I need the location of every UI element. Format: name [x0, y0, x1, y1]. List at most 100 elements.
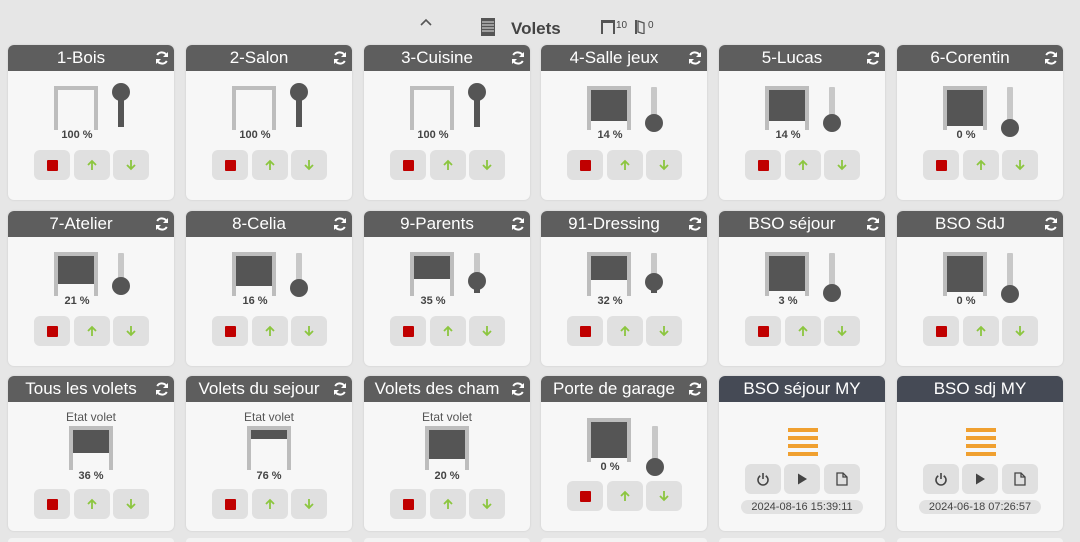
- open-button[interactable]: [252, 316, 288, 346]
- close-button[interactable]: [113, 150, 149, 180]
- refresh-icon[interactable]: [865, 50, 881, 66]
- open-button[interactable]: [74, 316, 110, 346]
- slider-handle[interactable]: [112, 277, 130, 295]
- chevron-up-icon[interactable]: [417, 14, 435, 32]
- refresh-icon[interactable]: [154, 50, 170, 66]
- stop-button[interactable]: [567, 316, 603, 346]
- refresh-icon[interactable]: [865, 216, 881, 232]
- position-slider[interactable]: [823, 83, 841, 132]
- close-button[interactable]: [469, 316, 505, 346]
- position-slider[interactable]: [112, 249, 130, 295]
- open-button[interactable]: [252, 489, 288, 519]
- open-button[interactable]: [430, 150, 466, 180]
- refresh-icon[interactable]: [510, 216, 526, 232]
- close-button[interactable]: [824, 150, 860, 180]
- position-slider[interactable]: [290, 83, 308, 129]
- refresh-icon[interactable]: [332, 50, 348, 66]
- refresh-icon[interactable]: [332, 381, 348, 397]
- position-slider[interactable]: [646, 422, 664, 476]
- slider-handle[interactable]: [646, 458, 664, 476]
- stop-button[interactable]: [212, 150, 248, 180]
- slider-handle[interactable]: [468, 83, 486, 101]
- stop-button[interactable]: [390, 150, 426, 180]
- slider-handle[interactable]: [1001, 119, 1019, 137]
- open-button[interactable]: [430, 316, 466, 346]
- log-button[interactable]: [1002, 464, 1038, 494]
- stop-button[interactable]: [567, 150, 603, 180]
- open-button[interactable]: [74, 489, 110, 519]
- arrow-up-icon: [87, 325, 97, 336]
- close-button[interactable]: [291, 150, 327, 180]
- position-slider[interactable]: [112, 83, 130, 129]
- stop-button[interactable]: [34, 150, 70, 180]
- stop-button[interactable]: [212, 316, 248, 346]
- open-button[interactable]: [963, 316, 999, 346]
- refresh-icon[interactable]: [687, 50, 703, 66]
- log-button[interactable]: [824, 464, 860, 494]
- stop-button[interactable]: [390, 316, 426, 346]
- position-percent: 0 %: [600, 461, 620, 473]
- refresh-icon[interactable]: [687, 381, 703, 397]
- position-slider[interactable]: [645, 249, 663, 295]
- open-button[interactable]: [430, 489, 466, 519]
- open-button[interactable]: [252, 150, 288, 180]
- play-button[interactable]: [962, 464, 998, 494]
- slider-handle[interactable]: [823, 284, 841, 302]
- slider-handle[interactable]: [468, 272, 486, 290]
- slider-handle[interactable]: [645, 114, 663, 132]
- stop-button[interactable]: [34, 489, 70, 519]
- position-slider[interactable]: [468, 249, 486, 295]
- open-button[interactable]: [785, 150, 821, 180]
- slider-handle[interactable]: [1001, 285, 1019, 303]
- close-button[interactable]: [646, 481, 682, 511]
- slider-handle[interactable]: [645, 273, 663, 291]
- slider-handle[interactable]: [290, 279, 308, 297]
- open-button[interactable]: [785, 316, 821, 346]
- close-button[interactable]: [646, 316, 682, 346]
- stop-button[interactable]: [923, 150, 959, 180]
- slider-handle[interactable]: [823, 114, 841, 132]
- position-percent: 100 %: [239, 129, 271, 141]
- stop-button[interactable]: [212, 489, 248, 519]
- refresh-icon[interactable]: [510, 50, 526, 66]
- stop-button[interactable]: [745, 150, 781, 180]
- close-button[interactable]: [113, 489, 149, 519]
- refresh-icon[interactable]: [1043, 50, 1059, 66]
- refresh-icon[interactable]: [687, 216, 703, 232]
- power-button[interactable]: [745, 464, 781, 494]
- stop-button[interactable]: [34, 316, 70, 346]
- slider-handle[interactable]: [112, 83, 130, 101]
- open-button[interactable]: [607, 316, 643, 346]
- position-slider[interactable]: [290, 249, 308, 297]
- refresh-icon[interactable]: [332, 216, 348, 232]
- open-button[interactable]: [963, 150, 999, 180]
- refresh-icon[interactable]: [154, 381, 170, 397]
- close-button[interactable]: [113, 316, 149, 346]
- refresh-icon[interactable]: [510, 381, 526, 397]
- open-button[interactable]: [74, 150, 110, 180]
- close-button[interactable]: [824, 316, 860, 346]
- close-button[interactable]: [469, 150, 505, 180]
- close-button[interactable]: [291, 316, 327, 346]
- close-button[interactable]: [646, 150, 682, 180]
- close-button[interactable]: [1002, 150, 1038, 180]
- open-button[interactable]: [607, 481, 643, 511]
- play-button[interactable]: [784, 464, 820, 494]
- stop-button[interactable]: [923, 316, 959, 346]
- close-button[interactable]: [1002, 316, 1038, 346]
- refresh-icon[interactable]: [154, 216, 170, 232]
- close-button[interactable]: [291, 489, 327, 519]
- stop-button[interactable]: [745, 316, 781, 346]
- stop-button[interactable]: [390, 489, 426, 519]
- open-button[interactable]: [607, 150, 643, 180]
- close-button[interactable]: [469, 489, 505, 519]
- refresh-icon[interactable]: [1043, 216, 1059, 232]
- stop-button[interactable]: [567, 481, 603, 511]
- position-slider[interactable]: [823, 249, 841, 302]
- position-slider[interactable]: [1001, 249, 1019, 303]
- position-slider[interactable]: [1001, 83, 1019, 137]
- power-button[interactable]: [923, 464, 959, 494]
- position-slider[interactable]: [468, 83, 486, 129]
- slider-handle[interactable]: [290, 83, 308, 101]
- position-slider[interactable]: [645, 83, 663, 132]
